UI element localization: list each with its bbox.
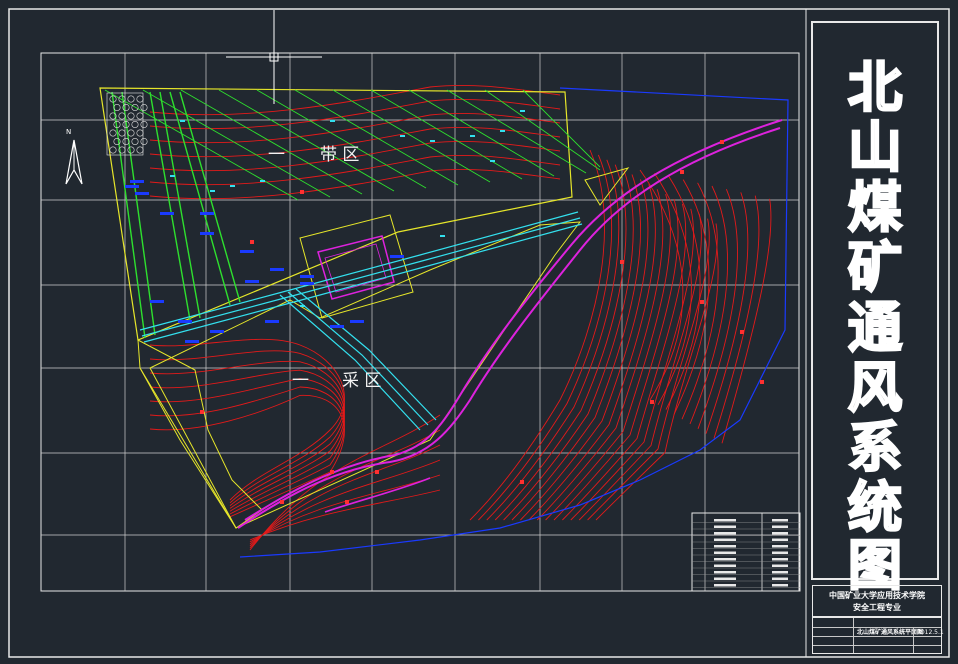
info-row — [813, 645, 941, 655]
lower-area-label-2: 采 区 — [342, 371, 382, 391]
north-label: N — [66, 128, 72, 136]
school-block: 中国矿业大学应用技术学院 安全工程专业 — [812, 585, 942, 617]
upper-area-label-1: 一 — [268, 145, 285, 165]
branch-airway — [324, 477, 431, 513]
coordinate-grid — [40, 52, 800, 592]
outer-frame — [8, 8, 950, 658]
incline-roadway-3 — [295, 288, 437, 421]
north-arrow — [65, 139, 83, 185]
info-row — [813, 618, 941, 627]
lower-area-label-1: 一 — [292, 371, 309, 391]
upper-area-label-2: 带 区 — [320, 145, 360, 165]
main-roadway-3 — [143, 223, 583, 343]
title-panel: 北 山 煤 矿 通 风 系 统 图 — [811, 21, 939, 598]
info-table: 北山煤矿通风系统平面图 2012.5.1 — [812, 617, 944, 655]
main-roadway-2 — [141, 217, 581, 337]
contour-lines — [149, 84, 772, 551]
return-airway-outer — [237, 127, 781, 529]
major-name: 安全工程专业 — [853, 603, 901, 612]
school-name: 中国矿业大学应用技术学院 — [829, 591, 925, 600]
legend-table — [691, 512, 801, 592]
